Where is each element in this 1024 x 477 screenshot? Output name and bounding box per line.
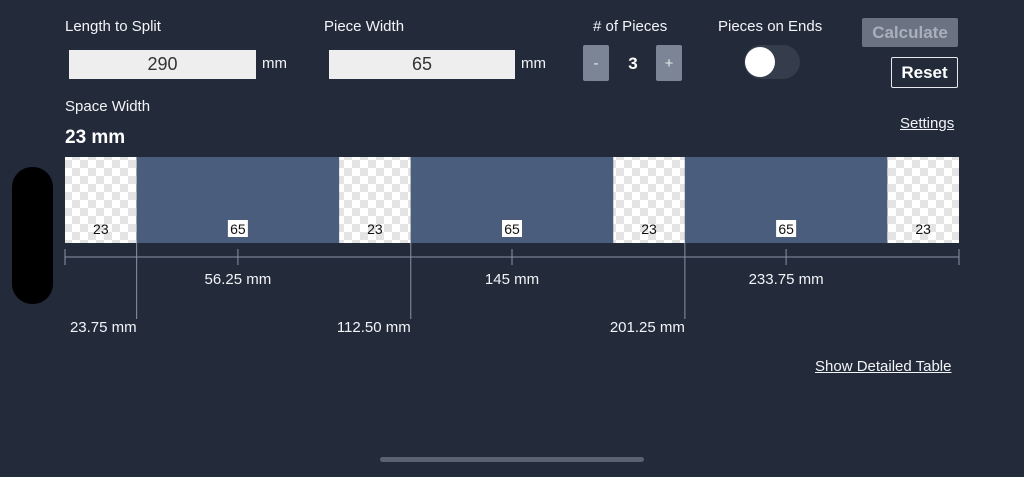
center-mark-label: 233.75 mm bbox=[749, 271, 824, 288]
pieces-label: # of Pieces bbox=[593, 18, 668, 35]
side-handle[interactable] bbox=[12, 167, 53, 304]
decrement-button[interactable]: - bbox=[583, 45, 609, 81]
edge-mark-label: 201.25 mm bbox=[610, 319, 685, 336]
space-segment bbox=[65, 157, 137, 243]
segment-label-bg bbox=[502, 220, 522, 237]
piece-width-input[interactable] bbox=[329, 50, 515, 79]
toggle-knob bbox=[745, 47, 775, 77]
pieces-on-ends-toggle[interactable] bbox=[744, 45, 800, 79]
piece-width-label: Piece Width bbox=[324, 18, 405, 35]
center-mark-label: 145 mm bbox=[485, 271, 539, 288]
space-segment bbox=[339, 157, 411, 243]
piece-segment bbox=[410, 157, 614, 243]
edge-mark-label: 23.75 mm bbox=[70, 319, 137, 336]
length-unit: mm bbox=[262, 55, 287, 72]
home-indicator bbox=[380, 457, 644, 462]
space-segment bbox=[887, 157, 959, 243]
show-detailed-table-link[interactable]: Show Detailed Table bbox=[815, 358, 951, 375]
length-label: Length to Split bbox=[65, 18, 161, 35]
pieces-count: 3 bbox=[628, 54, 638, 73]
length-input[interactable] bbox=[69, 50, 256, 79]
segment-label: 23 bbox=[915, 221, 931, 237]
increment-button[interactable]: + bbox=[656, 45, 682, 81]
reset-button[interactable]: Reset bbox=[891, 57, 958, 88]
segment-label-bg bbox=[227, 220, 248, 237]
calculate-button[interactable]: Calculate bbox=[862, 18, 958, 47]
pieces-on-ends-label: Pieces on Ends bbox=[718, 18, 823, 35]
segment-label: 65 bbox=[504, 221, 520, 237]
edge-mark-label: 112.50 mm bbox=[337, 319, 411, 336]
space-segment bbox=[613, 157, 685, 243]
space-width-label: Space Width bbox=[65, 98, 151, 115]
piece-width-unit: mm bbox=[521, 55, 546, 72]
center-mark-label: 56.25 mm bbox=[205, 271, 272, 288]
segment-label: 23 bbox=[93, 221, 109, 237]
piece-segment bbox=[136, 157, 340, 243]
segment-label: 65 bbox=[230, 221, 246, 237]
segment-label: 23 bbox=[641, 221, 657, 237]
segment-label: 23 bbox=[367, 221, 383, 237]
space-width-value: 23 mm bbox=[65, 127, 126, 148]
piece-segment bbox=[684, 157, 888, 243]
segment-label-bg bbox=[776, 220, 797, 237]
settings-link[interactable]: Settings bbox=[900, 115, 954, 132]
segment-label: 65 bbox=[778, 221, 794, 237]
